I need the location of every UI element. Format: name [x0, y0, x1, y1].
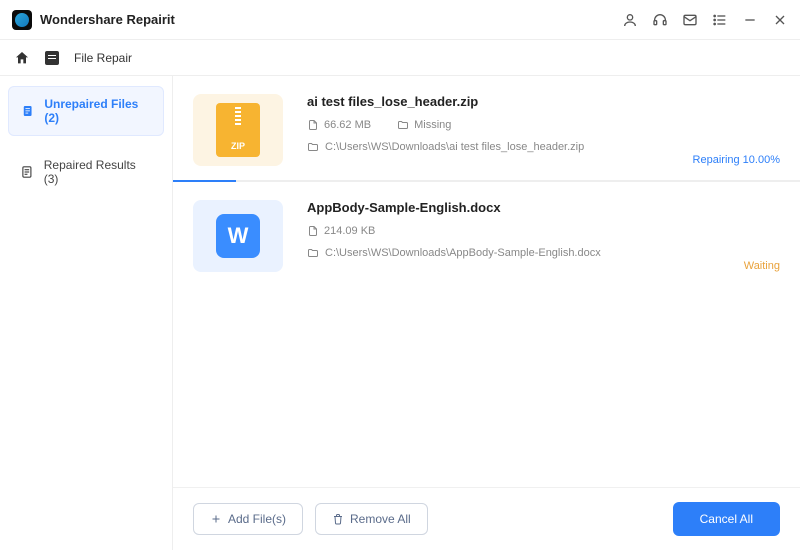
sidebar-item-repaired[interactable]: Repaired Results (3): [8, 148, 164, 196]
sidebar-item-label: Repaired Results (3): [44, 158, 152, 186]
file-path: C:\Users\WS\Downloads\ai test files_lose…: [307, 141, 780, 153]
sidebar-item-unrepaired[interactable]: Unrepaired Files (2): [8, 86, 164, 136]
mail-icon[interactable]: [682, 12, 698, 28]
page-icon: [307, 119, 319, 131]
breadcrumb-label: File Repair: [74, 51, 132, 65]
folder-icon: [307, 247, 319, 259]
file-card: ZIP ai test files_lose_header.zip 66.62 …: [173, 76, 800, 180]
footer: Add File(s) Remove All Cancel All: [173, 487, 800, 550]
folder-icon: [307, 141, 319, 153]
add-file-button[interactable]: Add File(s): [193, 503, 303, 535]
sidebar-item-label: Unrepaired Files (2): [44, 97, 151, 125]
file-thumb-docx: W: [193, 200, 283, 272]
plus-icon: [210, 513, 222, 525]
doc-icon: [21, 104, 34, 118]
menu-icon[interactable]: [712, 12, 728, 28]
breadcrumb: File Repair: [0, 40, 800, 76]
minimize-icon[interactable]: [742, 12, 758, 28]
doc-icon: [20, 165, 34, 179]
zip-icon: ZIP: [216, 103, 260, 157]
file-status: Waiting: [744, 260, 780, 272]
word-icon: W: [216, 214, 260, 258]
app-logo: [12, 10, 32, 30]
trash-icon: [332, 513, 344, 525]
close-icon[interactable]: [772, 12, 788, 28]
user-icon[interactable]: [622, 12, 638, 28]
file-path: C:\Users\WS\Downloads\AppBody-Sample-Eng…: [307, 247, 780, 259]
file-repair-doc-icon: [44, 50, 60, 66]
file-size: 214.09 KB: [307, 225, 375, 237]
file-name: AppBody-Sample-English.docx: [307, 200, 780, 215]
file-list: ZIP ai test files_lose_header.zip 66.62 …: [173, 76, 800, 487]
sidebar: Unrepaired Files (2) Repaired Results (3…: [0, 76, 172, 550]
page-icon: [307, 225, 319, 237]
file-thumb-zip: ZIP: [193, 94, 283, 166]
folder-icon: [397, 119, 409, 131]
file-name: ai test files_lose_header.zip: [307, 94, 780, 109]
file-status: Repairing 10.00%: [693, 154, 780, 166]
file-missing: Missing: [397, 119, 451, 131]
file-card: W AppBody-Sample-English.docx 214.09 KB …: [173, 182, 800, 286]
content-area: ZIP ai test files_lose_header.zip 66.62 …: [172, 76, 800, 550]
app-title: Wondershare Repairit: [40, 12, 175, 27]
headset-icon[interactable]: [652, 12, 668, 28]
titlebar: Wondershare Repairit: [0, 0, 800, 40]
home-icon[interactable]: [14, 50, 30, 66]
remove-all-button[interactable]: Remove All: [315, 503, 428, 535]
cancel-all-button[interactable]: Cancel All: [673, 502, 780, 536]
file-size: 66.62 MB: [307, 119, 371, 131]
